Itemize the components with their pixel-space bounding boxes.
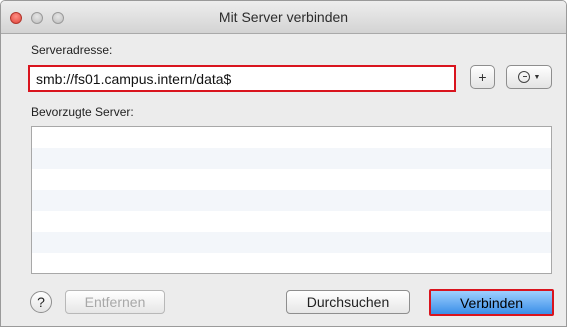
list-item[interactable]	[32, 190, 551, 211]
list-item[interactable]	[32, 253, 551, 273]
list-item[interactable]	[32, 232, 551, 253]
favorite-servers-label: Bevorzugte Server:	[31, 105, 134, 119]
title-bar: Mit Server verbinden	[1, 1, 566, 34]
clock-icon	[517, 71, 530, 83]
add-favorite-button[interactable]: +	[470, 65, 495, 89]
list-item[interactable]	[32, 127, 551, 148]
list-item[interactable]	[32, 148, 551, 169]
server-address-label: Serveradresse:	[31, 43, 113, 57]
recent-servers-button[interactable]: ▼	[506, 65, 552, 89]
connect-button[interactable]: Verbinden	[429, 289, 554, 316]
remove-button[interactable]: Entfernen	[65, 290, 165, 314]
connect-to-server-dialog: Mit Server verbinden Serveradresse: + ▼ …	[0, 0, 567, 327]
chevron-down-icon: ▼	[533, 73, 541, 81]
list-item[interactable]	[32, 211, 551, 232]
window-title: Mit Server verbinden	[218, 9, 349, 25]
server-address-input[interactable]	[28, 65, 456, 92]
browse-button[interactable]: Durchsuchen	[286, 290, 410, 314]
connect-button-label: Verbinden	[459, 294, 524, 311]
help-button[interactable]: ?	[30, 291, 52, 313]
list-item[interactable]	[32, 169, 551, 190]
favorite-servers-list[interactable]	[31, 126, 552, 274]
